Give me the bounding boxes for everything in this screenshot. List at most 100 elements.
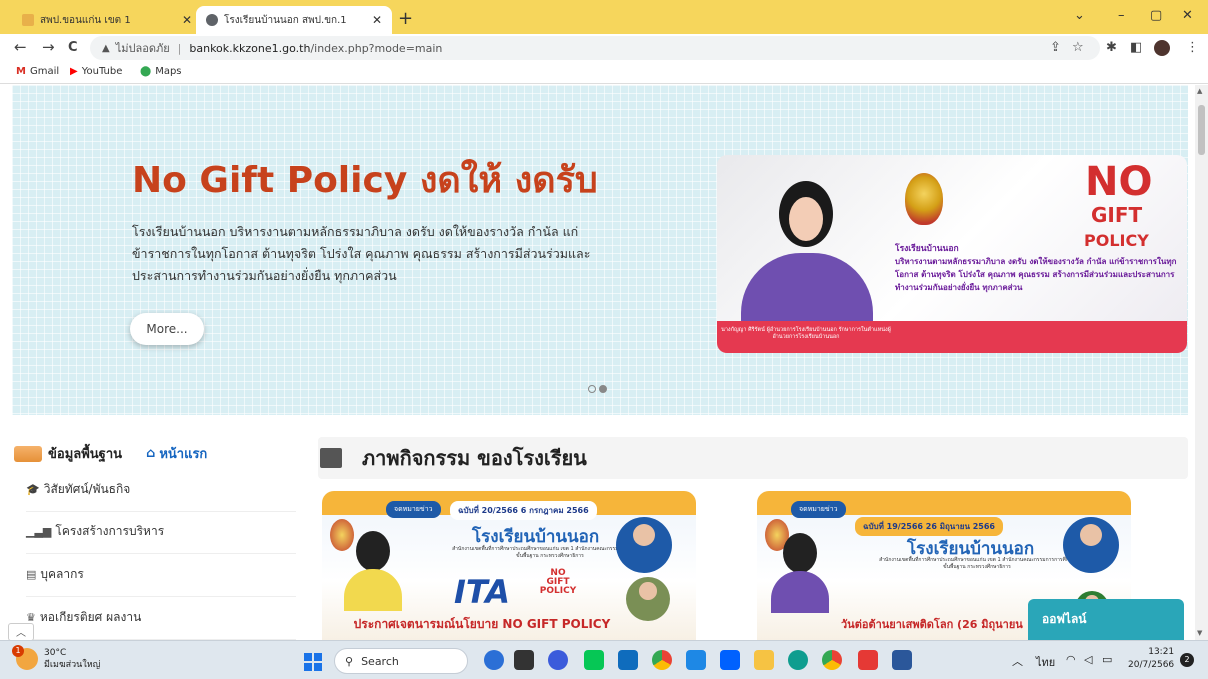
- banner-no-text: NO: [1085, 159, 1153, 205]
- extensions-puzzle-icon[interactable]: ✱: [1106, 40, 1117, 55]
- clock-date: 20/7/2566: [1128, 660, 1175, 670]
- side-panel-icon[interactable]: ◧: [1130, 40, 1142, 55]
- notification-badge[interactable]: 2: [1180, 653, 1194, 667]
- tab-favicon-icon: [22, 14, 34, 26]
- activity-card-1[interactable]: จดหมายข่าว ฉบับที่ 20/2566 6 กรกฎาคม 256…: [322, 491, 696, 640]
- chrome-active-icon[interactable]: [822, 650, 842, 670]
- bookmarks-bar: M Gmail ▶ YouTube ⬤ Maps: [0, 62, 1208, 84]
- sidebar-item-structure[interactable]: ▁▃▆ โครงสร้างการบริหาร: [26, 522, 296, 554]
- activities-title: ภาพกิจกรรม ของโรงเรียน: [362, 446, 587, 470]
- new-tab-button[interactable]: +: [398, 8, 413, 29]
- banner-policy-text: POLICY: [1084, 231, 1149, 250]
- bookmark-youtube[interactable]: ▶ YouTube: [70, 66, 122, 77]
- tab-close-icon[interactable]: ✕: [372, 13, 382, 27]
- card-headline: วันต่อต้านยาเสพติดโลก (26 มิถุนายน: [841, 618, 1023, 631]
- chat-widget-offline[interactable]: ออฟไลน์: [1028, 599, 1184, 640]
- mail-icon[interactable]: [618, 650, 638, 670]
- forward-button[interactable]: →: [42, 38, 55, 56]
- taskbar-search[interactable]: ⚲ Search: [334, 648, 468, 674]
- director-photo: [342, 531, 404, 611]
- chalkboard-icon: [320, 448, 342, 468]
- bookmark-label: Maps: [155, 66, 182, 77]
- profile-avatar[interactable]: [1154, 40, 1170, 56]
- slide-dot-1[interactable]: [588, 385, 596, 393]
- tab-bankok-school[interactable]: โรงเรียนบ้านนอก สพป.ขก.1 ✕: [196, 6, 392, 34]
- weather-badge: 1: [12, 645, 24, 657]
- url-path: /index.php?mode=main: [310, 41, 443, 55]
- tab-strip: สพป.ขอนแก่น เขต 1 ✕ โรงเรียนบ้านนอก สพป.…: [0, 0, 1208, 34]
- weather-desc: มีเมฆส่วนใหญ่: [44, 660, 101, 670]
- edge-icon[interactable]: [788, 650, 808, 670]
- tab-search-icon[interactable]: ⌄: [1074, 8, 1085, 23]
- sidebar-item-vision[interactable]: 🎓 วิสัยทัศน์/พันธกิจ: [26, 480, 296, 512]
- sidebar-item-label: บุคลากร: [40, 567, 84, 581]
- system-clock[interactable]: 13:21 20/7/2566: [1128, 646, 1174, 672]
- close-window-button[interactable]: ✕: [1182, 8, 1193, 23]
- meet-icon[interactable]: [548, 650, 568, 670]
- sidebar-item-personnel[interactable]: ▤ บุคลากร: [26, 565, 296, 597]
- menu-kebab-icon[interactable]: ⋮: [1186, 40, 1199, 55]
- wifi-icon[interactable]: ◠: [1066, 653, 1076, 666]
- tab-khonkaen-zone1[interactable]: สพป.ขอนแก่น เขต 1 ✕: [12, 6, 202, 34]
- start-button[interactable]: [304, 653, 322, 671]
- word-icon[interactable]: [892, 650, 912, 670]
- page-viewport: No Gift Policy งดให้ งดรับ โรงเรียนบ้านน…: [0, 85, 1195, 640]
- tab-close-icon[interactable]: ✕: [182, 13, 192, 27]
- issue-label: ฉบับที่ 19/2566 26 มิถุนายน 2566: [855, 517, 1003, 536]
- bing-icon[interactable]: [484, 650, 504, 670]
- scroll-down-arrow-icon[interactable]: ▼: [1197, 629, 1202, 637]
- newsletter-tag: จดหมายข่าว: [791, 501, 846, 518]
- input-language[interactable]: ไทย: [1036, 653, 1055, 671]
- share-icon[interactable]: ⇪: [1050, 40, 1061, 55]
- banner-gift-text: GIFT: [1091, 203, 1143, 227]
- official-photo: [1063, 517, 1119, 573]
- weather-widget[interactable]: 1 30°C มีเมฆส่วนใหญ่: [12, 645, 101, 671]
- bookmark-label: Gmail: [29, 66, 60, 77]
- bookmark-maps[interactable]: ⬤ Maps: [140, 66, 182, 77]
- signal-bars-icon: ▁▃▆: [26, 525, 52, 538]
- security-label: ไม่ปลอดภัย: [115, 42, 170, 55]
- books-icon: [14, 445, 42, 462]
- card-ita-logo: ITA: [454, 573, 511, 611]
- bookmark-star-icon[interactable]: ☆: [1072, 40, 1084, 55]
- battery-icon[interactable]: ▭: [1102, 653, 1112, 666]
- minimize-button[interactable]: –: [1118, 8, 1125, 23]
- weather-temp: 30°C: [44, 648, 67, 658]
- home-link[interactable]: ⌂ หน้าแรก: [146, 443, 207, 464]
- file-explorer-icon[interactable]: [754, 650, 774, 670]
- obec-emblem-icon: [905, 173, 943, 225]
- scroll-up-arrow-icon[interactable]: ▲: [1197, 87, 1202, 95]
- restore-button[interactable]: ▢: [1150, 8, 1162, 23]
- scroll-to-top-button[interactable]: ︿: [8, 623, 34, 640]
- acrobat-icon[interactable]: [858, 650, 878, 670]
- official-photo: [616, 517, 672, 573]
- back-button[interactable]: ←: [14, 38, 27, 56]
- url-host: bankok.kkzone1.go.th: [189, 41, 311, 55]
- bookmark-gmail[interactable]: M Gmail: [16, 66, 59, 77]
- tray-overflow-icon[interactable]: ︿: [1012, 653, 1023, 669]
- reload-button[interactable]: C: [68, 40, 78, 55]
- sidebar-heading-label: ข้อมูลพื้นฐาน: [48, 447, 123, 462]
- official-photo: [626, 577, 670, 621]
- hero-slider: No Gift Policy งดให้ งดรับ โรงเรียนบ้านน…: [12, 85, 1188, 415]
- task-view-icon[interactable]: [514, 650, 534, 670]
- banner-text: บริหารงานตามหลักธรรมาภิบาล งดรับ งดให้ขอ…: [895, 257, 1177, 292]
- slide-dot-2[interactable]: [599, 385, 607, 393]
- sidebar-item-awards[interactable]: ♛ หอเกียรติยศ ผลงาน: [26, 608, 296, 640]
- taskbar-search-label: Search: [361, 654, 399, 668]
- address-separator: |: [177, 41, 182, 55]
- line-icon[interactable]: [584, 650, 604, 670]
- home-icon: ⌂: [146, 446, 156, 461]
- warning-icon[interactable]: ▲: [102, 43, 110, 54]
- maps-icon: ⬤: [140, 66, 152, 77]
- dropbox-icon[interactable]: [720, 650, 740, 670]
- browser-toolbar: ← → C ▲ ไม่ปลอดภัย | bankok.kkzone1.go.t…: [0, 34, 1208, 62]
- no-gift-policy-banner[interactable]: NO GIFT POLICY โรงเรียนบ้านนอก บริหารงาน…: [717, 155, 1187, 353]
- address-bar[interactable]: ▲ ไม่ปลอดภัย | bankok.kkzone1.go.th /ind…: [90, 36, 1100, 60]
- scrollbar-thumb[interactable]: [1198, 105, 1205, 155]
- volume-icon[interactable]: ◁: [1084, 653, 1092, 666]
- amazon-icon[interactable]: [686, 650, 706, 670]
- more-button[interactable]: More...: [130, 313, 204, 345]
- chrome-icon[interactable]: [652, 650, 672, 670]
- page-scrollbar[interactable]: ▲ ▼: [1195, 85, 1208, 640]
